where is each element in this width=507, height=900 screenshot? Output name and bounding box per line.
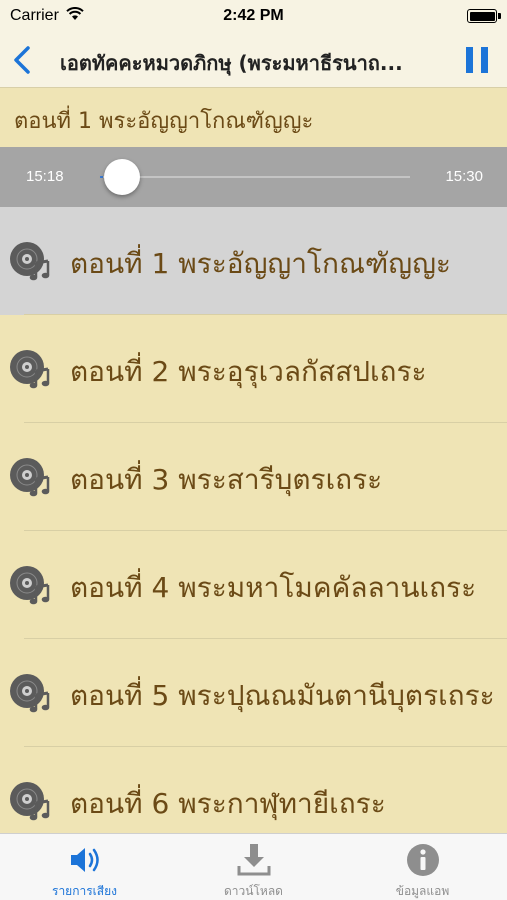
list-item[interactable]: ตอนที่ 3 พระสารีบุตรเถระ	[0, 423, 507, 531]
list-item[interactable]: ตอนที่ 4 พระมหาโมคคัลลานเถระ	[0, 531, 507, 639]
episode-list: ตอนที่ 1 พระอัญญาโกณฑัญญะ ตอนที่ 2 พระอุ…	[0, 207, 507, 833]
episode-label: ตอนที่ 3 พระสารีบุตรเถระ	[70, 463, 383, 496]
audio-player: 15:18 15:30	[0, 147, 507, 207]
back-chevron-icon[interactable]	[8, 42, 38, 78]
tab-label: ดาวน์โหลด	[224, 884, 283, 898]
progress-fill	[100, 176, 104, 178]
now-playing-title: ตอนที่ 1 พระอัญญาโกณฑัญญะ	[0, 89, 507, 147]
list-item[interactable]: ตอนที่ 2 พระอุรุเวลกัสสปเถระ	[0, 315, 507, 423]
list-item[interactable]: ตอนที่ 5 พระปุณณมันตานีบุตรเถระ	[0, 639, 507, 747]
tab-audio-list[interactable]: รายการเสียง	[0, 834, 169, 900]
progress-slider-knob[interactable]	[104, 159, 141, 195]
status-time: 2:42 PM	[223, 7, 284, 24]
tab-label: ข้อมูลแอพ	[395, 884, 450, 898]
episode-label: ตอนที่ 6 พระกาฬุทายีเถระ	[70, 787, 386, 820]
tab-download[interactable]: ดาวน์โหลด	[169, 834, 338, 900]
music-disc-icon	[9, 781, 51, 821]
tab-bar: รายการเสียง ดาวน์โหลด ข้อมูลแอพ	[0, 833, 507, 900]
tab-app-info[interactable]: ข้อมูลแอพ	[338, 834, 507, 900]
download-icon	[237, 844, 271, 876]
progress-track[interactable]	[100, 176, 410, 178]
navigation-bar: เอตทัคคะหมวดภิกษุ (พระมหาธีรนาถ...	[0, 32, 507, 88]
pause-icon[interactable]	[463, 45, 491, 75]
list-item[interactable]: ตอนที่ 1 พระอัญญาโกณฑัญญะ	[0, 207, 507, 315]
music-disc-icon	[9, 673, 51, 713]
music-disc-icon	[9, 349, 51, 389]
total-time: 15:30	[445, 168, 483, 185]
page-title: เอตทัคคะหมวดภิกษุ (พระมหาธีรนาถ...	[60, 51, 403, 75]
list-item[interactable]: ตอนที่ 6 พระกาฬุทายีเถระ	[0, 747, 507, 833]
info-icon	[407, 844, 439, 876]
music-disc-icon	[9, 565, 51, 605]
status-bar: Carrier 2:42 PM	[0, 0, 507, 32]
music-disc-icon	[9, 457, 51, 497]
episode-label: ตอนที่ 2 พระอุรุเวลกัสสปเถระ	[70, 355, 427, 388]
episode-label: ตอนที่ 4 พระมหาโมคคัลลานเถระ	[70, 571, 477, 604]
episode-label: ตอนที่ 1 พระอัญญาโกณฑัญญะ	[70, 247, 451, 280]
speaker-icon	[71, 848, 99, 872]
episode-label: ตอนที่ 5 พระปุณณมันตานีบุตรเถระ	[70, 679, 495, 712]
current-time: 15:18	[26, 168, 64, 185]
battery-icon	[467, 9, 501, 23]
music-disc-icon	[9, 241, 51, 281]
tab-label: รายการเสียง	[52, 884, 117, 898]
